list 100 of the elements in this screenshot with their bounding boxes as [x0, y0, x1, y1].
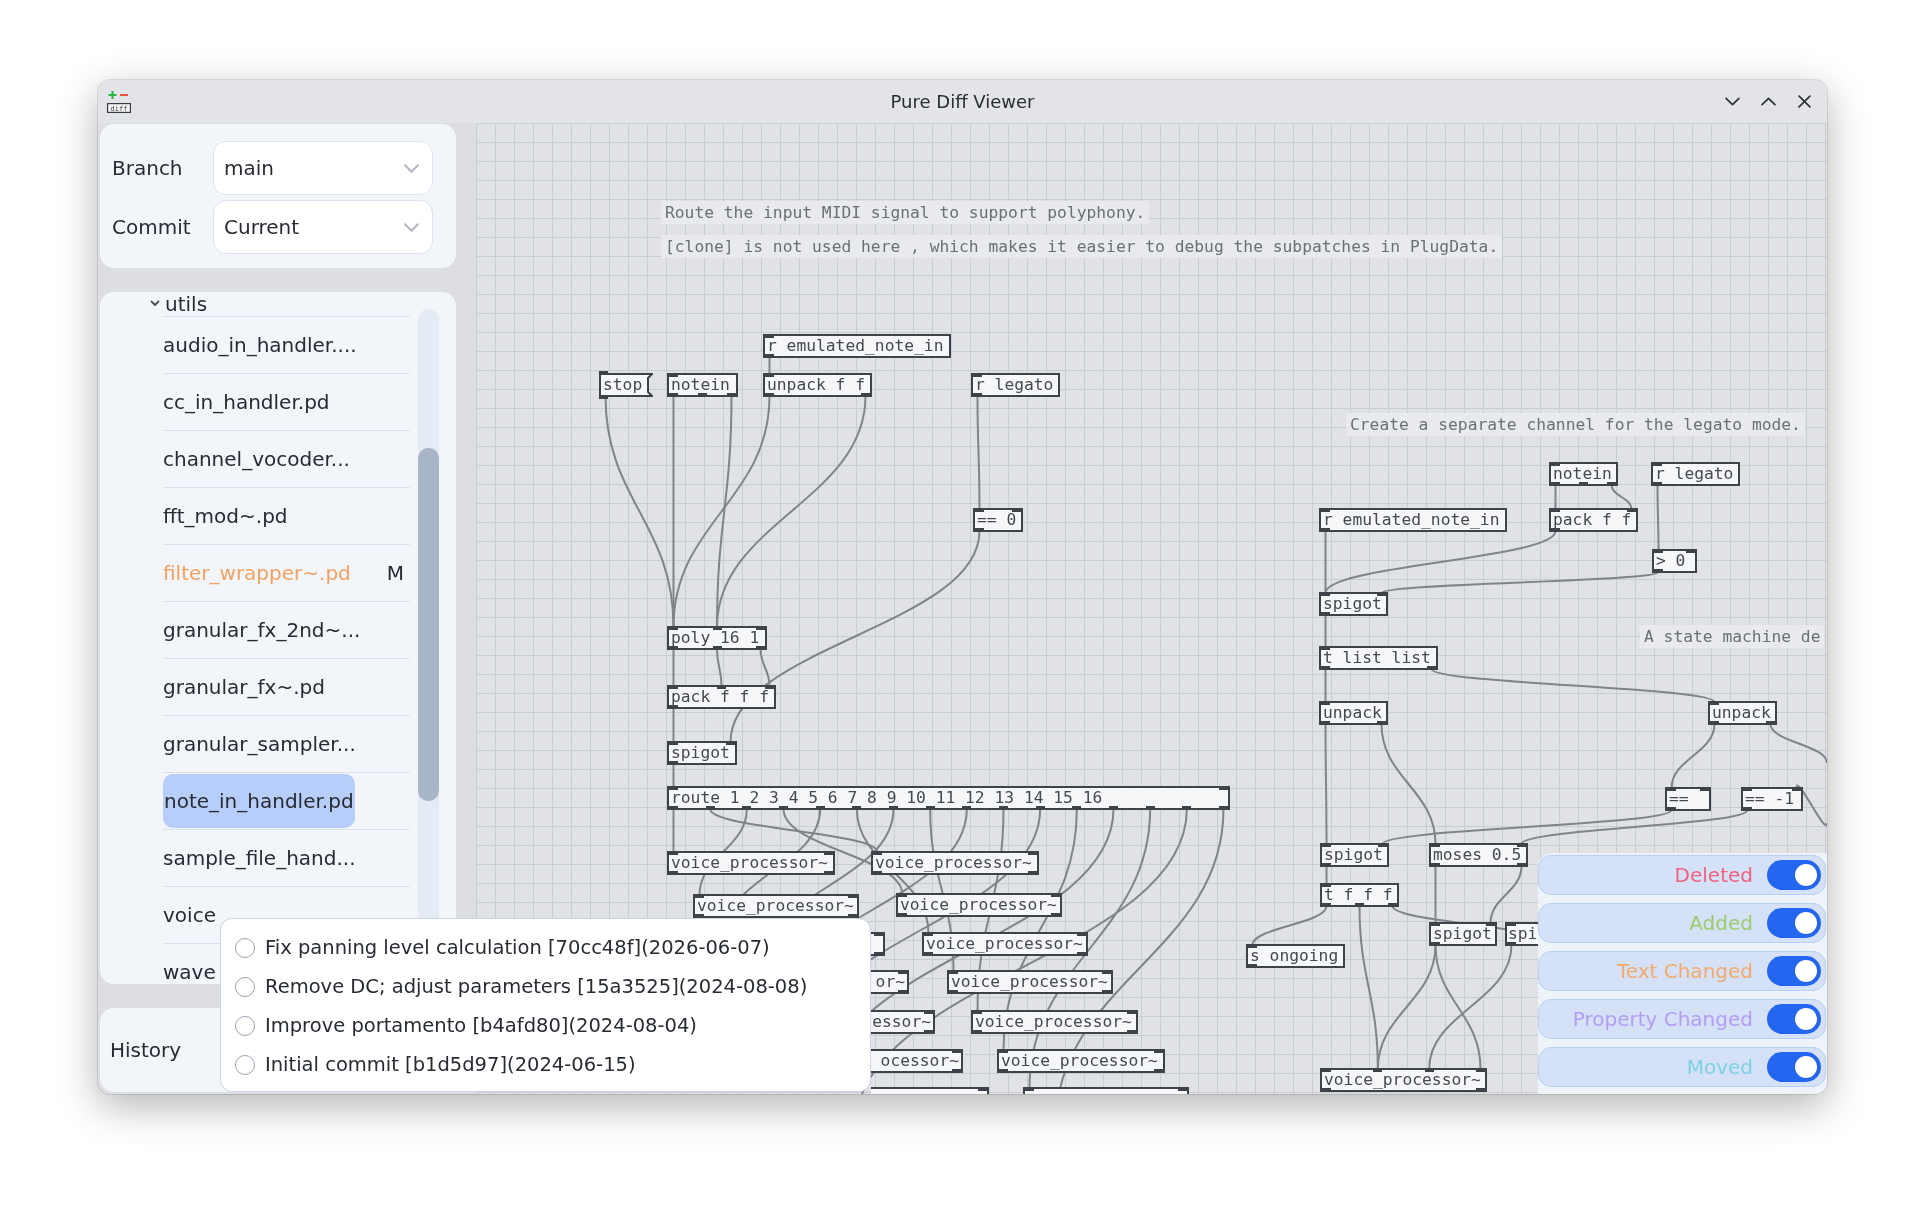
pd-object: t f f f	[1320, 883, 1399, 907]
pd-object: essor~	[871, 1010, 935, 1034]
scrollbar-thumb[interactable]	[418, 448, 439, 801]
pd-object: or~	[871, 970, 909, 994]
radio-button[interactable]	[235, 1015, 255, 1036]
filter-label: Deleted	[1674, 863, 1753, 887]
patch-cord	[1795, 784, 1827, 827]
pd-object: poly 16 1	[667, 626, 767, 650]
dropdown[interactable]: main	[213, 141, 433, 195]
patch-cord	[1554, 484, 1557, 510]
toggle-switch[interactable]	[1767, 860, 1821, 890]
pd-object: spigot	[1429, 922, 1497, 946]
patch-comment: Create a separate channel for the legato mode.	[1346, 413, 1805, 436]
filter-label: Moved	[1686, 1055, 1753, 1079]
pd-object: r emulated_note_in	[763, 334, 951, 358]
toggle-switch[interactable]	[1767, 1052, 1821, 1082]
pd-object: voice_processor~	[667, 851, 835, 875]
patch-cord	[672, 808, 675, 853]
pd-object: == 0	[973, 508, 1023, 532]
chevron-down-icon	[404, 222, 419, 232]
file-item[interactable]: granular_fx_2nd~...	[163, 618, 361, 642]
pd-object: spigot	[667, 741, 737, 765]
patch-cord	[1324, 614, 1327, 648]
pd-object: unpack	[1708, 701, 1777, 725]
patch-comment: [clone] is not used here , which makes it easier to debug the subpatches in PlugData.	[661, 235, 1503, 258]
file-item[interactable]: granular_fx~.pd	[163, 675, 325, 699]
patch-cord	[1656, 484, 1660, 551]
patch-cord	[1610, 484, 1633, 510]
pd-object: unpack	[1319, 701, 1388, 725]
file-item[interactable]: channel_vocoder...	[163, 447, 350, 471]
pd-object: t list list	[1319, 646, 1438, 670]
pd-object: voice_processor~	[1320, 1068, 1487, 1092]
pd-object: pack f f f	[667, 685, 776, 709]
chevron-down-icon	[1724, 97, 1740, 106]
pd-object: r emulated_note_in	[1319, 508, 1507, 532]
patch-cord	[716, 648, 723, 687]
commit-option[interactable]: Fix panning level calculation [70cc48f](2026-06-07)	[265, 936, 770, 959]
radio-button[interactable]	[235, 976, 255, 997]
filter-label: Text Changed	[1616, 959, 1753, 983]
pd-object: voice_processor~	[922, 932, 1088, 956]
pd-object: notein	[667, 373, 738, 397]
file-item[interactable]: audio_in_handler....	[163, 333, 357, 357]
pd-object: spigot	[1319, 592, 1388, 616]
radio-button[interactable]	[235, 937, 255, 958]
pd-object: notein	[1549, 462, 1618, 486]
patch-cord	[1769, 723, 1827, 764]
field-label: Commit	[112, 215, 192, 239]
pd-object: spi	[1505, 922, 1538, 946]
pd-object: voice_processor~	[971, 1010, 1138, 1034]
file-item[interactable]: sample_file_hand...	[163, 846, 356, 870]
commit-option[interactable]: Remove DC; adjust parameters [15a3525](2024-08-08)	[265, 975, 808, 998]
radio-button[interactable]	[235, 1054, 255, 1075]
filter-label: Added	[1689, 911, 1753, 935]
toggle-switch[interactable]	[1767, 908, 1821, 938]
field-label: History	[110, 1038, 182, 1062]
folder-item[interactable]: utils	[165, 293, 208, 316]
pd-object: route 1 2 3 4 5 6 7 8 9 10 11 12 13 14 15 16	[667, 786, 1230, 810]
status-letter: M	[386, 561, 404, 585]
pd-object: voice_processor~	[947, 970, 1113, 994]
pd-object: s ongoing	[1246, 944, 1345, 968]
pd-object: voice_processor~	[871, 851, 1039, 875]
toggle-switch[interactable]	[1767, 956, 1821, 986]
pd-object: voice_processor~	[693, 894, 859, 918]
pd-object: ==	[1665, 787, 1711, 811]
pd-object: r legato	[1651, 462, 1740, 486]
patch-cord	[672, 648, 675, 687]
patch-cord	[1670, 723, 1716, 789]
patch-cord	[672, 763, 675, 788]
close-icon	[1797, 95, 1811, 108]
patch-cord	[672, 707, 675, 743]
pd-object: voice_processor~	[896, 893, 1062, 917]
commit-option[interactable]: Initial commit [b1d5d97](2024-06-15)	[265, 1053, 636, 1076]
file-item[interactable]: fft_mod~.pd	[163, 504, 288, 528]
filter-label: Property Changed	[1572, 1007, 1753, 1031]
chevron-up-icon	[1760, 97, 1776, 106]
pd-object: spigot	[1320, 843, 1389, 867]
pd-object: moses 0.5	[1429, 843, 1528, 867]
pd-object: pack f f	[1549, 508, 1638, 532]
pd-object: > 0	[1652, 549, 1697, 573]
patch-cord	[1324, 668, 1327, 703]
window-title: Pure Diff Viewer	[890, 91, 1035, 112]
file-item[interactable]: cc_in_handler.pd	[163, 390, 330, 414]
commit-option[interactable]: Improve portamento [b4afd80](2024-08-04)	[265, 1014, 697, 1037]
file-item[interactable]: note_in_handler.pd	[163, 774, 355, 828]
patch-comment: Route the input MIDI signal to support polyphony.	[661, 201, 1150, 224]
pd-object: == -1	[1741, 787, 1803, 811]
dropdown[interactable]: Current	[213, 200, 433, 254]
toggle-switch[interactable]	[1767, 1004, 1821, 1034]
pd-object: voice_processor~	[997, 1049, 1165, 1073]
chevron-down-icon	[404, 163, 419, 173]
pd-object: r legato	[971, 373, 1060, 397]
file-item[interactable]: voice	[163, 903, 216, 927]
file-item[interactable]: wave	[163, 960, 216, 984]
pd-object: unpack f f	[763, 373, 872, 397]
pd-message: stop	[599, 373, 653, 397]
field-label: Branch	[112, 156, 184, 180]
pd-object: ocessor~	[871, 1049, 963, 1073]
patch-comment: A state machine de	[1640, 625, 1825, 648]
scrollbar-track[interactable]	[418, 309, 439, 918]
file-item[interactable]: granular_sampler...	[163, 732, 356, 756]
